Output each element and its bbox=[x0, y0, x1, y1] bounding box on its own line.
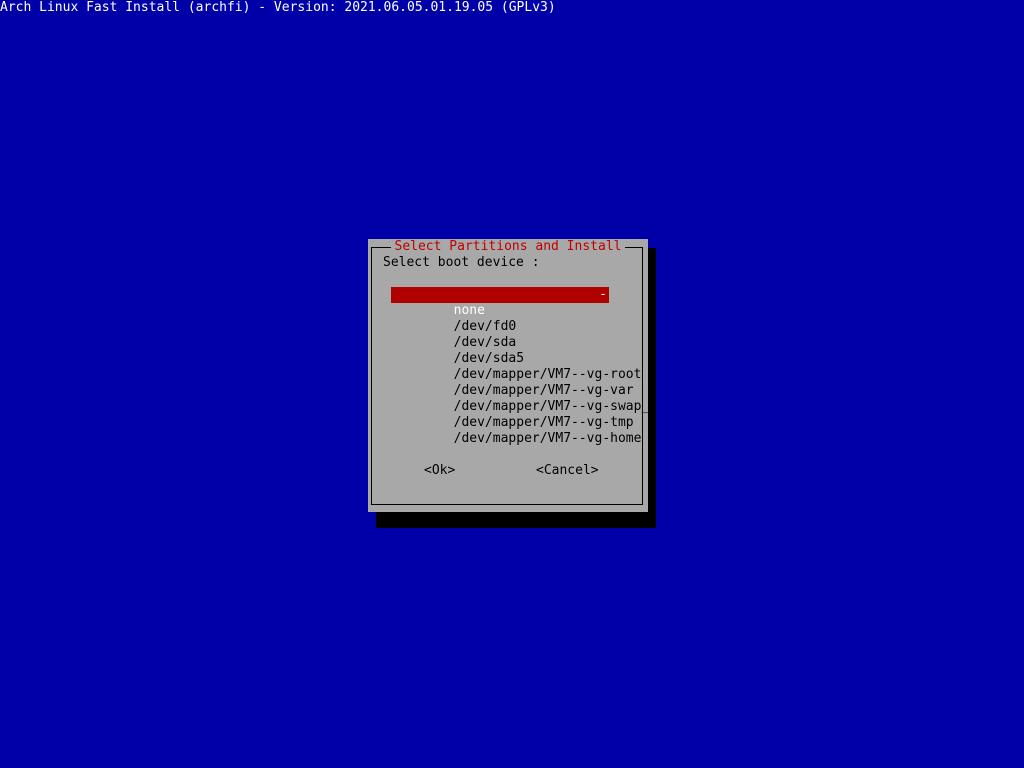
list-item-fd0[interactable]: /dev/fd0 bbox=[391, 303, 609, 334]
list-item-sda[interactable]: /dev/sda bbox=[391, 319, 609, 350]
boot-device-list: none - /dev/fd0 /dev/sda /dev/sda5 /dev/… bbox=[391, 287, 658, 446]
list-item-label: /dev/mapper/VM7--vg-home bbox=[453, 431, 642, 446]
dialog-prompt: Select boot device : bbox=[383, 255, 540, 270]
selected-marker: - bbox=[599, 287, 607, 302]
list-item-vg-root[interactable]: /dev/mapper/VM7--vg-root bbox=[391, 351, 642, 382]
list-item-sda5[interactable]: /dev/sda5 bbox=[391, 335, 609, 366]
dialog-window: Select Partitions and Install Select boo… bbox=[368, 239, 658, 512]
backtitle: Arch Linux Fast Install (archfi) - Versi… bbox=[0, 0, 556, 15]
dialog-title-bar: Select Partitions and Install bbox=[368, 239, 648, 255]
list-item-vg-tmp[interactable]: /dev/mapper/VM7--vg-tmp bbox=[391, 399, 634, 430]
dialog-buttons: <Ok> <Cancel> bbox=[368, 463, 648, 479]
cancel-button[interactable]: <Cancel> bbox=[536, 463, 599, 479]
ok-button[interactable]: <Ok> bbox=[424, 463, 455, 479]
list-item-vg-home[interactable]: /dev/mapper/VM7--vg-home bbox=[391, 415, 642, 446]
screen: Arch Linux Fast Install (archfi) - Versi… bbox=[0, 0, 1024, 768]
list-item-vg-swap[interactable]: /dev/mapper/VM7--vg-swap_1 bbox=[391, 383, 658, 414]
list-item-vg-var[interactable]: /dev/mapper/VM7--vg-var bbox=[391, 367, 634, 398]
dialog-title: Select Partitions and Install bbox=[390, 239, 626, 254]
list-item-none[interactable]: none - bbox=[391, 287, 609, 318]
